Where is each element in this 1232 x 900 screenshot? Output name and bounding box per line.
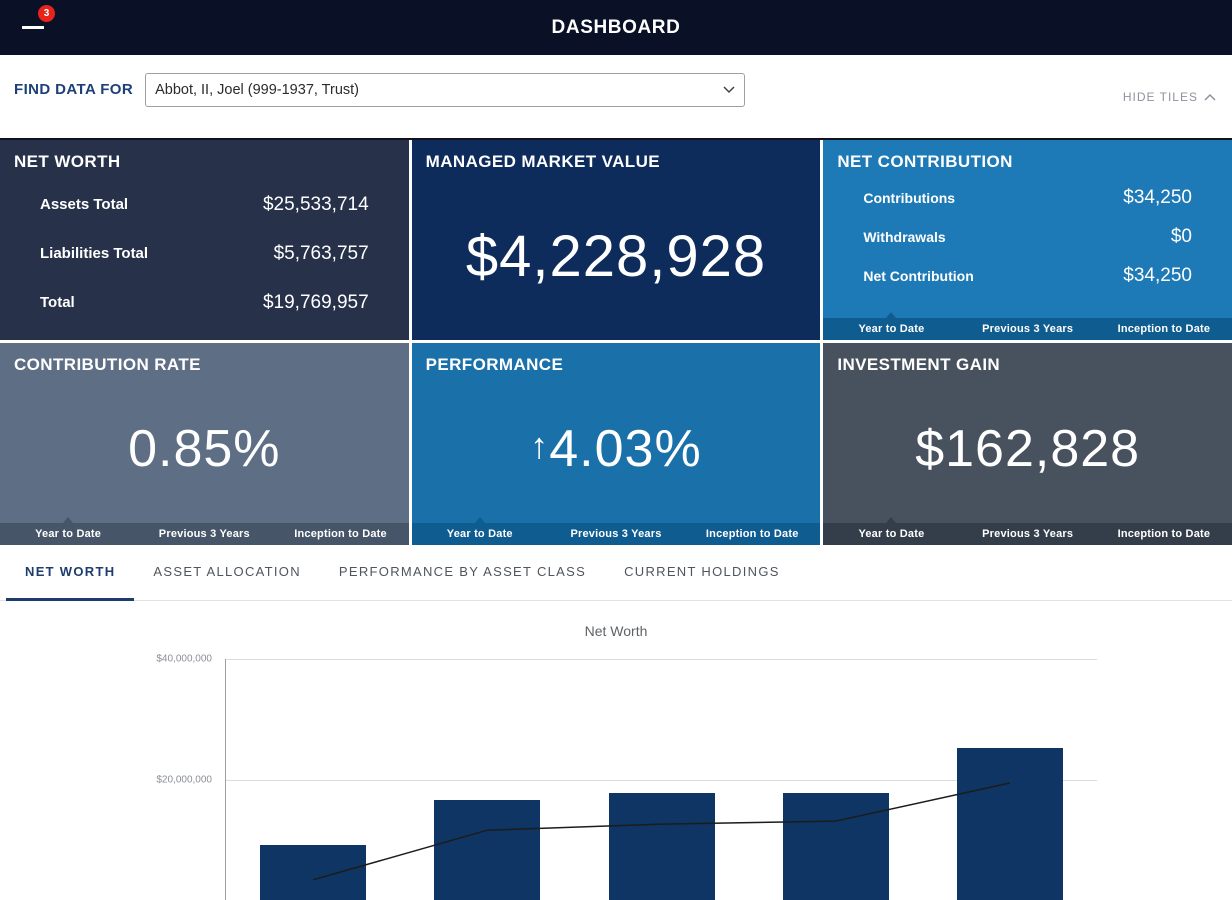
period-tab-year-to-date[interactable]: Year to Date [823, 318, 959, 340]
row-value: $34,250 [1123, 187, 1192, 209]
managed-market-value: $4,228,928 [466, 223, 766, 290]
tile-title-net-worth: NET WORTH [14, 152, 409, 172]
performance-value: ↑4.03% [530, 419, 701, 479]
period-tab-previous-3-years[interactable]: Previous 3 Years [960, 318, 1096, 340]
investment-gain-value: $162,828 [915, 419, 1140, 479]
period-tab-year-to-date[interactable]: Year to Date [412, 523, 548, 545]
tile-title-performance: PERFORMANCE [426, 355, 821, 375]
net-worth-rows: Assets Total $25,533,714 Liabilities Tot… [0, 180, 409, 327]
tile-title-managed-market-value: MANAGED MARKET VALUE [426, 152, 821, 172]
tile-title-contribution-rate: CONTRIBUTION RATE [14, 355, 409, 375]
table-row: Assets Total $25,533,714 [40, 180, 369, 229]
notification-badge: 3 [38, 5, 55, 22]
row-label: Assets Total [40, 196, 128, 213]
table-row: Contributions $34,250 [863, 178, 1192, 217]
tile-investment-gain: INVESTMENT GAIN $162,828 Year to Date Pr… [823, 343, 1232, 545]
tile-net-contribution: NET CONTRIBUTION Contributions $34,250 W… [823, 140, 1232, 340]
table-row: Liabilities Total $5,763,757 [40, 229, 369, 278]
tab-performance-by-asset-class[interactable]: PERFORMANCE BY ASSET CLASS [320, 545, 605, 601]
period-tab-year-to-date[interactable]: Year to Date [0, 523, 136, 545]
tile-managed-market-value: MANAGED MARKET VALUE $4,228,928 [412, 140, 821, 340]
row-label: Withdrawals [863, 229, 945, 245]
trend-line [226, 659, 1097, 900]
hide-tiles-button[interactable]: HIDE TILES [1123, 90, 1216, 104]
entity-select-wrap: Abbot, II, Joel (999-1937, Trust) [145, 73, 745, 107]
row-value: $19,769,957 [263, 292, 369, 314]
row-value: $25,533,714 [263, 194, 369, 216]
section-tabs: NET WORTH ASSET ALLOCATION PERFORMANCE B… [0, 545, 1232, 601]
net-contribution-rows: Contributions $34,250 Withdrawals $0 Net… [823, 178, 1232, 295]
row-value: $0 [1171, 226, 1192, 248]
period-tab-inception-to-date[interactable]: Inception to Date [684, 523, 820, 545]
find-data-for-label: FIND DATA FOR [14, 81, 133, 98]
chart-title: Net Worth [0, 601, 1232, 639]
period-selector: Year to Date Previous 3 Years Inception … [823, 318, 1232, 340]
table-row: Net Contribution $34,250 [863, 256, 1192, 295]
table-row: Total $19,769,957 [40, 278, 369, 327]
page-title: DASHBOARD [0, 0, 1232, 55]
chevron-up-icon [1204, 93, 1216, 101]
period-selector: Year to Date Previous 3 Years Inception … [412, 523, 821, 545]
row-label: Total [40, 294, 75, 311]
period-tab-previous-3-years[interactable]: Previous 3 Years [960, 523, 1096, 545]
tile-contribution-rate: CONTRIBUTION RATE 0.85% Year to Date Pre… [0, 343, 409, 545]
tile-title-net-contribution: NET CONTRIBUTION [837, 152, 1232, 172]
tab-asset-allocation[interactable]: ASSET ALLOCATION [134, 545, 319, 601]
up-arrow-icon: ↑ [530, 425, 549, 466]
entity-select[interactable]: Abbot, II, Joel (999-1937, Trust) [145, 73, 745, 107]
menu-button[interactable]: 3 [22, 15, 46, 39]
tab-current-holdings[interactable]: CURRENT HOLDINGS [605, 545, 799, 601]
period-tab-previous-3-years[interactable]: Previous 3 Years [136, 523, 272, 545]
period-selector: Year to Date Previous 3 Years Inception … [0, 523, 409, 545]
row-label: Liabilities Total [40, 245, 148, 262]
row-value: $5,763,757 [274, 243, 369, 265]
net-worth-chart-section: Net Worth $40,000,000$20,000,000 [0, 601, 1232, 900]
hide-tiles-label: HIDE TILES [1123, 90, 1198, 104]
period-tab-inception-to-date[interactable]: Inception to Date [1096, 523, 1232, 545]
tab-net-worth[interactable]: NET WORTH [6, 545, 134, 601]
row-label: Contributions [863, 190, 955, 206]
table-row: Withdrawals $0 [863, 217, 1192, 256]
period-tab-inception-to-date[interactable]: Inception to Date [272, 523, 408, 545]
period-selector: Year to Date Previous 3 Years Inception … [823, 523, 1232, 545]
y-axis-tick-label: $20,000,000 [156, 775, 212, 786]
y-axis-tick-label: $40,000,000 [156, 654, 212, 665]
row-value: $34,250 [1123, 265, 1192, 287]
tile-title-investment-gain: INVESTMENT GAIN [837, 355, 1232, 375]
period-tab-inception-to-date[interactable]: Inception to Date [1096, 318, 1232, 340]
net-worth-chart: $40,000,000$20,000,000 [225, 659, 1097, 900]
tile-grid: NET WORTH Assets Total $25,533,714 Liabi… [0, 138, 1232, 545]
contribution-rate-value: 0.85% [128, 419, 280, 479]
row-label: Net Contribution [863, 268, 973, 284]
top-bar: 3 DASHBOARD [0, 0, 1232, 55]
toolbar: FIND DATA FOR Abbot, II, Joel (999-1937,… [0, 55, 1232, 138]
period-tab-year-to-date[interactable]: Year to Date [823, 523, 959, 545]
tile-performance: PERFORMANCE ↑4.03% Year to Date Previous… [412, 343, 821, 545]
period-tab-previous-3-years[interactable]: Previous 3 Years [548, 523, 684, 545]
tile-net-worth: NET WORTH Assets Total $25,533,714 Liabi… [0, 140, 409, 340]
